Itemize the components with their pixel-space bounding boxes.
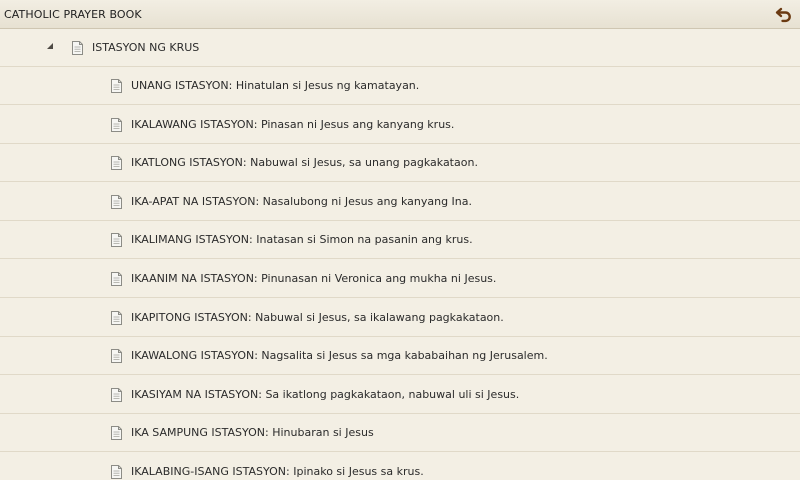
tree-item[interactable]: IKASIYAM NA ISTASYON: Sa ikatlong pagkak… [0, 376, 800, 414]
tree-parent-label: ISTASYON NG KRUS [92, 41, 200, 54]
document-icon [111, 79, 122, 93]
tree-item-label: IKASIYAM NA ISTASYON: Sa ikatlong pagkak… [131, 387, 520, 401]
tree-item[interactable]: IKALAWANG ISTASYON: Pinasan ni Jesus ang… [0, 106, 800, 144]
back-arrow-icon [775, 7, 791, 23]
document-icon [111, 310, 122, 325]
tree-item-label: IKA-APAT NA ISTASYON: Nasalubong ni Jesu… [131, 194, 473, 208]
app-title: CATHOLIC PRAYER BOOK [4, 8, 142, 21]
tree-item[interactable]: IKALIMANG ISTASYON: Inatasan si Simon na… [0, 221, 800, 260]
tree-item-label: IKALAWANG ISTASYON: Pinasan ni Jesus ang… [131, 117, 455, 131]
document-icon [111, 387, 122, 402]
tree-item[interactable]: UNANG ISTASYON: Hinatulan si Jesus ng ka… [0, 67, 800, 105]
tree-item-label: IKALIMANG ISTASYON: Inatasan si Simon na… [131, 233, 473, 247]
document-icon [111, 426, 122, 441]
tree-item[interactable]: IKALABING-ISANG ISTASYON: Ipinako si Jes… [0, 453, 800, 480]
document-icon [111, 156, 122, 171]
stations-tree: ISTASYON NG KRUS UNANG ISTASYON: Hinatul… [0, 29, 800, 480]
expanded-triangle-icon[interactable] [47, 43, 53, 49]
document-icon [72, 41, 83, 55]
tree-item[interactable]: IKATLONG ISTASYON: Nabuwal si Jesus, sa … [0, 144, 800, 183]
document-icon [111, 349, 122, 364]
back-button[interactable] [774, 4, 794, 24]
tree-item-label: IKAWALONG ISTASYON: Nagsalita si Jesus s… [131, 349, 548, 363]
tree-item-label: IKATLONG ISTASYON: Nabuwal si Jesus, sa … [131, 156, 478, 170]
document-icon [111, 233, 122, 248]
tree-item[interactable]: IKAWALONG ISTASYON: Nagsalita si Jesus s… [0, 337, 800, 376]
tree-item[interactable]: IKAANIM NA ISTASYON: Pinunasan ni Veroni… [0, 260, 800, 298]
tree-item-label: IKALABING-ISANG ISTASYON: Ipinako si Jes… [131, 465, 424, 478]
tree-item[interactable]: IKAPITONG ISTASYON: Nabuwal si Jesus, sa… [0, 299, 800, 337]
tree-item[interactable]: IKA-APAT NA ISTASYON: Nasalubong ni Jesu… [0, 183, 800, 221]
tree-item-label: IKAANIM NA ISTASYON: Pinunasan ni Veroni… [131, 272, 497, 285]
tree-item[interactable]: IKA SAMPUNG ISTASYON: Hinubaran si Jesus [0, 414, 800, 453]
title-bar: CATHOLIC PRAYER BOOK [0, 0, 800, 29]
document-icon [111, 194, 122, 209]
document-icon [111, 117, 122, 132]
document-icon [111, 465, 122, 479]
tree-parent-istasyon-ng-krus[interactable]: ISTASYON NG KRUS [0, 29, 800, 67]
tree-item-label: IKAPITONG ISTASYON: Nabuwal si Jesus, sa… [131, 310, 504, 324]
tree-item-label: IKA SAMPUNG ISTASYON: Hinubaran si Jesus [131, 426, 374, 440]
document-icon [111, 272, 122, 286]
tree-item-label: UNANG ISTASYON: Hinatulan si Jesus ng ka… [131, 79, 420, 92]
